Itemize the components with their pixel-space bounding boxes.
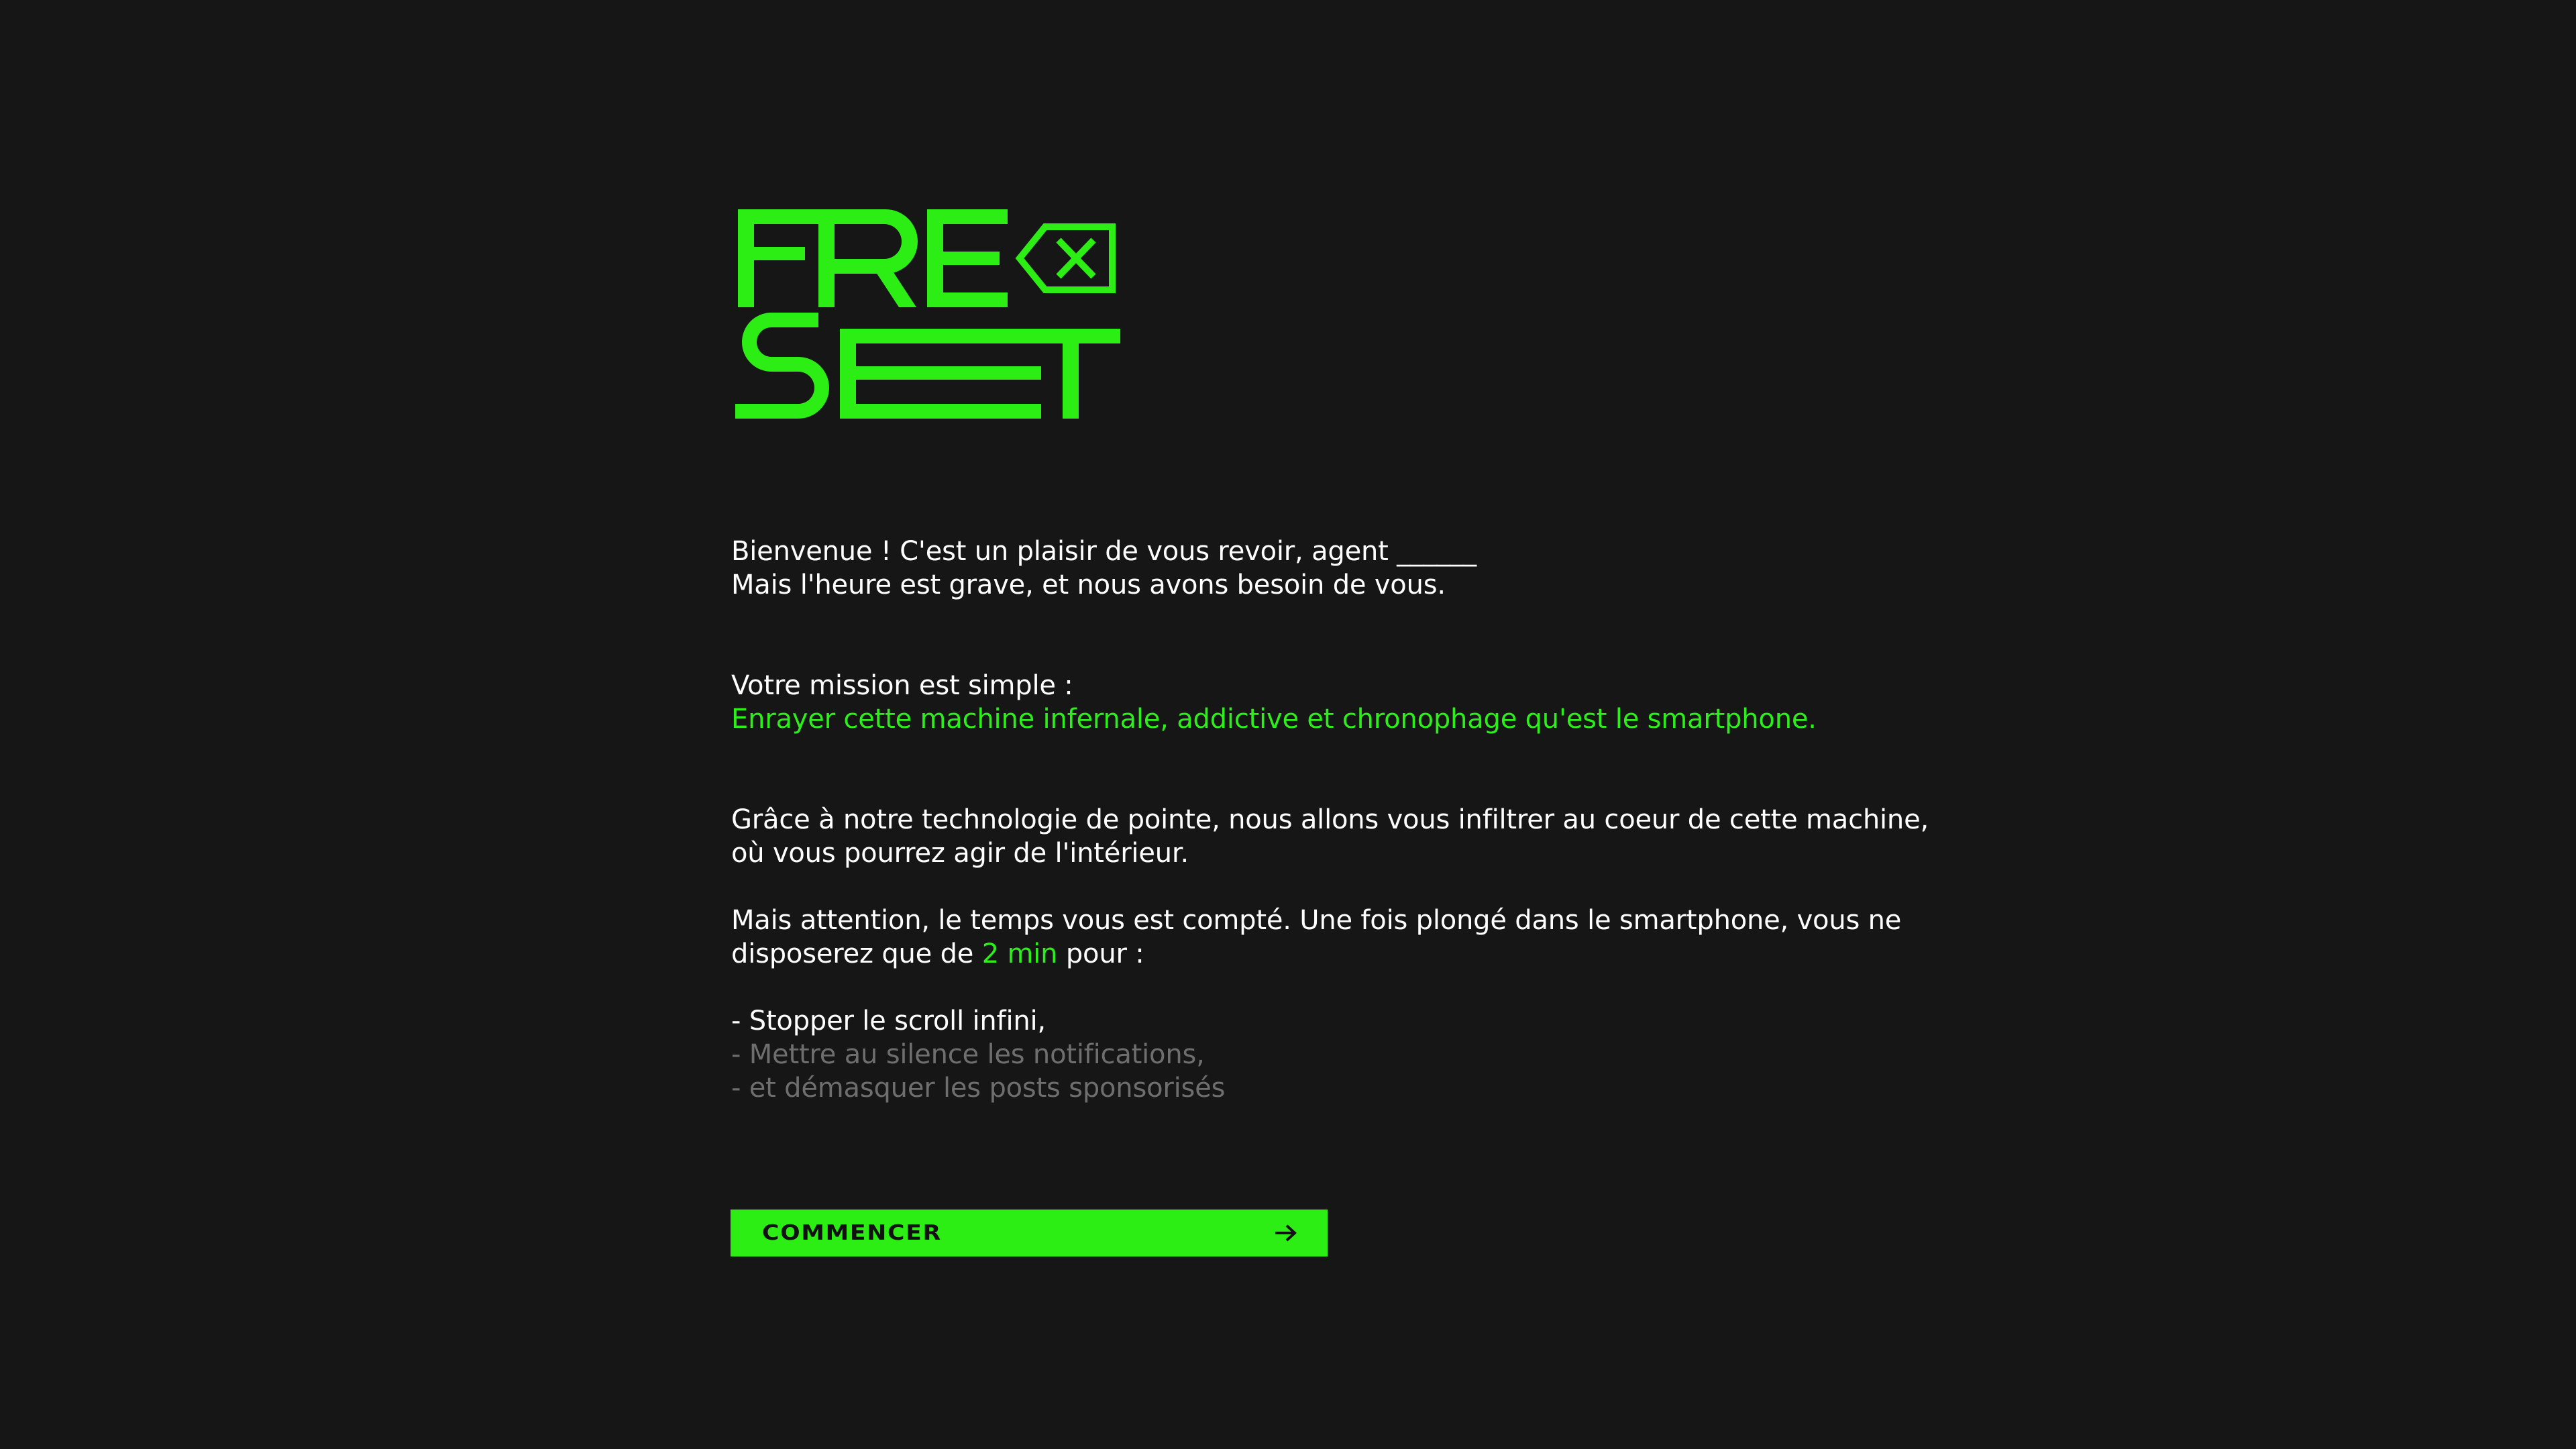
- mission-label: Votre mission est simple :: [731, 670, 1073, 701]
- intro-line-2: Mais l'heure est grave, et nous avons be…: [731, 570, 1446, 600]
- reset-logo: [735, 209, 1120, 419]
- warning-text: disposerez que de: [731, 938, 982, 969]
- warning-text-end: pour :: [1057, 938, 1144, 969]
- infiltration-line-1: Grâce à notre technologie de pointe, nou…: [731, 804, 1929, 835]
- mission-objective: Enrayer cette machine infernale, addicti…: [731, 704, 1817, 735]
- infiltration-line-2: où vous pourrez agir de l'intérieur.: [731, 838, 1189, 869]
- backspace-x-icon: [1015, 223, 1116, 293]
- warning-line-2: disposerez que de 2 min pour :: [731, 937, 1912, 971]
- start-button[interactable]: COMMENCER: [731, 1210, 1328, 1256]
- task-item: - Stopper le scroll infini,: [731, 1006, 1046, 1036]
- start-button-label: COMMENCER: [762, 1221, 942, 1245]
- time-limit: 2 min: [981, 938, 1058, 969]
- task-item: - Mettre au silence les notifications,: [731, 1039, 1205, 1070]
- intro-line-1: Bienvenue ! C'est un plaisir de vous rev…: [731, 536, 1477, 567]
- arrow-right-icon: [1275, 1224, 1297, 1242]
- warning-line-1: Mais attention, le temps vous est compté…: [731, 905, 1902, 936]
- briefing-text: Bienvenue ! C'est un plaisir de vous rev…: [731, 535, 1929, 1105]
- task-item: - et démasquer les posts sponsorisés: [731, 1073, 1226, 1104]
